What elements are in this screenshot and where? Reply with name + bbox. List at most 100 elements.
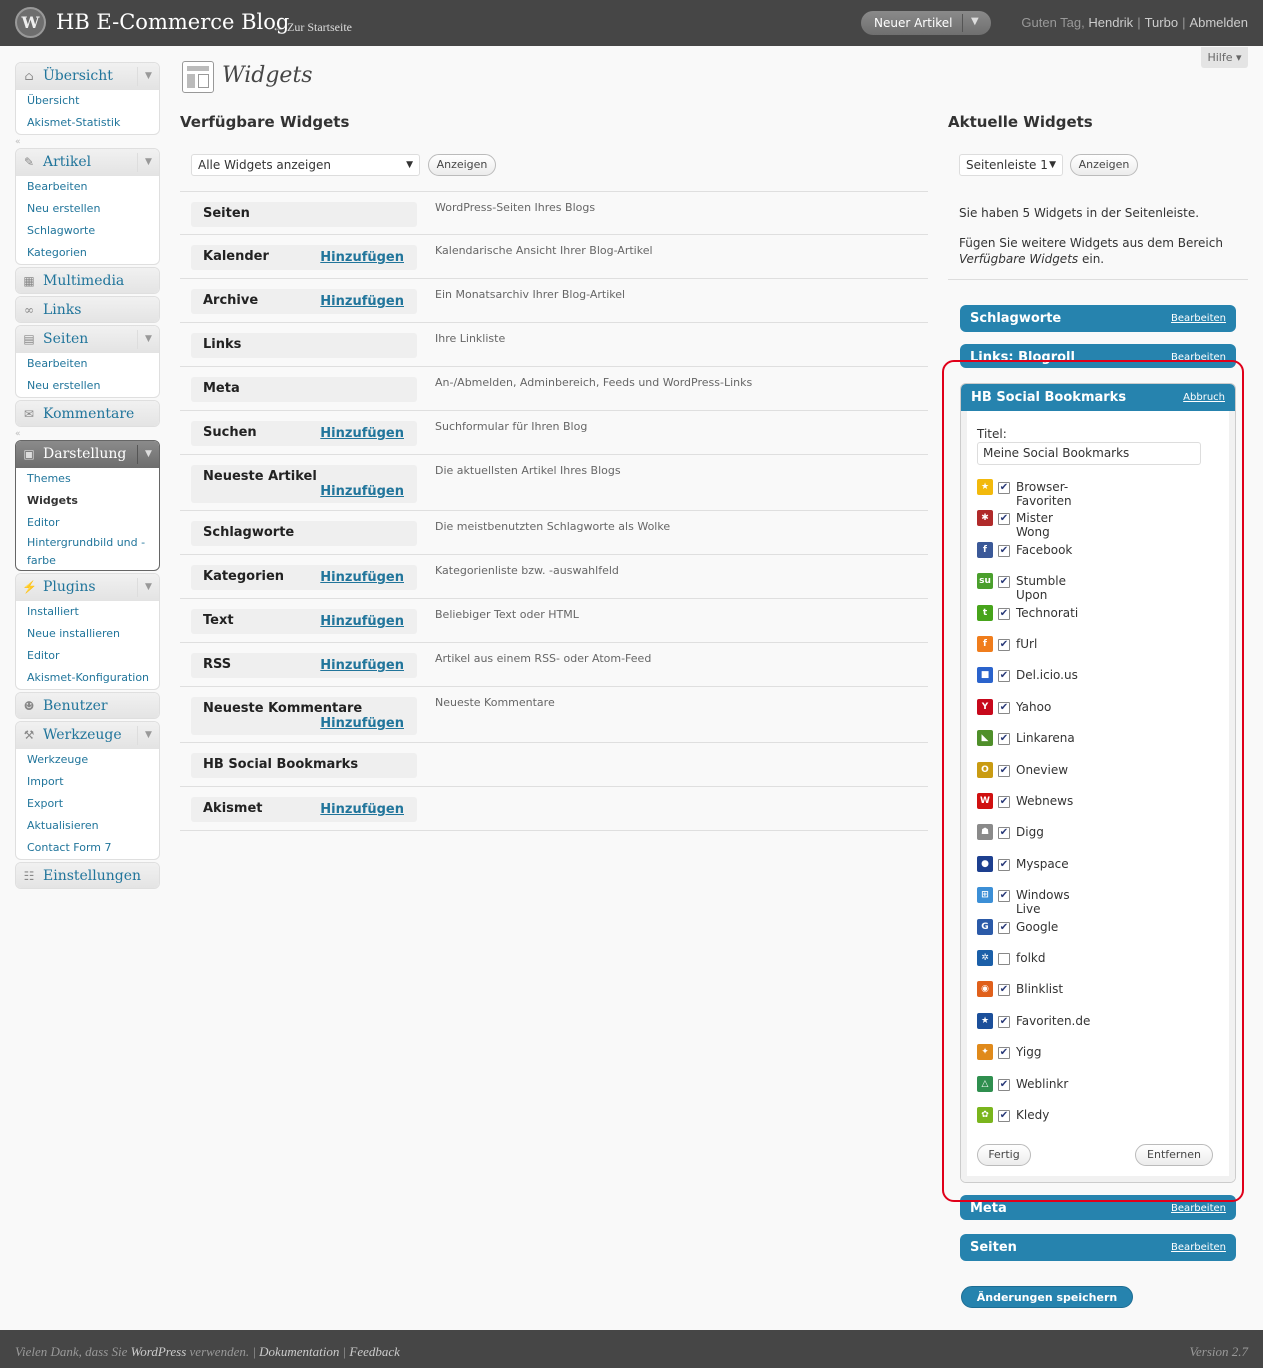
bookmark-label[interactable]: Kledy xyxy=(1016,1108,1049,1122)
menu-separator[interactable]: « xyxy=(15,137,160,148)
widget-handle[interactable]: Archive Hinzufügen xyxy=(191,289,417,314)
bookmark-label[interactable]: fUrl xyxy=(1016,637,1037,651)
chevron-down-icon[interactable]: ▼ xyxy=(137,578,159,597)
bookmark-checkbox[interactable]: ✔ xyxy=(998,607,1010,620)
bookmark-checkbox[interactable]: ✔ xyxy=(998,482,1010,494)
bookmark-checkbox[interactable]: ✔ xyxy=(998,1078,1010,1091)
menu-overview[interactable]: ⌂ Übersicht ▼ xyxy=(16,63,159,90)
widget-handle[interactable]: Seiten xyxy=(191,202,417,227)
menu-settings[interactable]: ☷ Einstellungen xyxy=(16,863,159,888)
bookmark-label[interactable]: Windows Live xyxy=(1016,888,1070,916)
submenu-item[interactable]: Bearbeiten xyxy=(16,176,159,198)
submenu-item[interactable]: Bearbeiten xyxy=(16,353,159,375)
sidebar-widget-meta[interactable]: Meta Bearbeiten xyxy=(960,1195,1236,1220)
widget-name[interactable]: Meta xyxy=(203,381,240,396)
collapse-icon[interactable]: « xyxy=(15,137,21,147)
menu-users[interactable]: ☻ Benutzer xyxy=(16,693,159,718)
menu-links[interactable]: ∞ Links xyxy=(16,297,159,322)
bookmark-checkbox[interactable]: ✔ xyxy=(998,639,1010,651)
bookmark-checkbox[interactable] xyxy=(998,953,1010,965)
bookmark-checkbox[interactable]: ✔ xyxy=(998,1047,1010,1060)
widget-handle[interactable]: Text Hinzufügen xyxy=(191,609,417,634)
bookmark-checkbox[interactable]: ✔ xyxy=(998,890,1010,903)
submenu-item[interactable]: Export xyxy=(16,793,159,815)
submenu-item[interactable]: Aktualisieren xyxy=(16,815,159,837)
bookmark-label[interactable]: Technorati xyxy=(1016,606,1078,620)
menu-plugins[interactable]: ⚡ Plugins ▼ xyxy=(16,574,159,601)
bookmark-label[interactable]: Yigg xyxy=(1016,1045,1041,1059)
widget-titlebar[interactable]: HB Social Bookmarks Abbruch xyxy=(961,384,1235,411)
add-widget-link[interactable]: Hinzufügen xyxy=(320,614,404,629)
bookmark-checkbox[interactable]: ✔ xyxy=(998,1015,1010,1028)
widget-name[interactable]: Suchen xyxy=(203,425,257,440)
submenu-item[interactable]: Neu erstellen xyxy=(16,375,159,397)
widget-handle[interactable]: RSS Hinzufügen xyxy=(191,653,417,678)
widget-handle[interactable]: Links xyxy=(191,333,417,358)
favorite-actions-button[interactable]: Neuer Artikel ▼ xyxy=(861,11,991,35)
add-widget-link[interactable]: Hinzufügen xyxy=(320,658,404,673)
add-widget-link[interactable]: Hinzufügen xyxy=(320,484,404,499)
bookmark-checkbox[interactable]: ✔ xyxy=(998,796,1010,808)
chevron-down-icon[interactable]: ▼ xyxy=(137,726,159,745)
visit-site-link[interactable]: ← Zur Startseite xyxy=(272,20,352,35)
submenu-item[interactable]: Akismet-Statistik xyxy=(16,112,159,134)
bookmark-label[interactable]: Linkarena xyxy=(1016,731,1075,745)
bookmark-checkbox[interactable]: ✔ xyxy=(998,576,1010,589)
widget-handle[interactable]: HB Social Bookmarks xyxy=(191,753,417,778)
menu-separator[interactable]: « xyxy=(15,429,160,440)
user-profile-link[interactable]: Hendrik xyxy=(1088,15,1133,30)
widget-name[interactable]: Text xyxy=(203,613,234,628)
submenu-item-themes[interactable]: Themes xyxy=(16,468,159,490)
submenu-item[interactable]: Import xyxy=(16,771,159,793)
widget-filter-select[interactable]: Alle Widgets anzeigen ▼ xyxy=(191,154,420,176)
widget-handle[interactable]: Suchen Hinzufügen xyxy=(191,421,417,446)
select-value[interactable]: Seitenleiste 1 xyxy=(966,158,1048,172)
bookmark-label[interactable]: Myspace xyxy=(1016,857,1069,871)
menu-tools[interactable]: ⚒ Werkzeuge ▼ xyxy=(16,722,159,749)
bookmark-label[interactable]: Digg xyxy=(1016,825,1044,839)
menu-appearance[interactable]: ▣ Darstellung ▼ xyxy=(16,441,159,468)
widget-handle[interactable]: Kalender Hinzufügen xyxy=(191,245,417,270)
menu-label[interactable]: Seiten xyxy=(43,331,88,347)
bookmark-label[interactable]: Browser-Favoriten xyxy=(1016,480,1072,508)
submenu-item-background[interactable]: Hintergrundbild und -farbe xyxy=(16,534,159,570)
widget-name[interactable]: Kalender xyxy=(203,249,269,264)
widget-title[interactable]: Seiten xyxy=(970,1240,1017,1255)
widget-name[interactable]: Neueste Kommentare xyxy=(203,701,362,716)
bookmark-label[interactable]: Favoriten.de xyxy=(1016,1014,1090,1028)
widget-handle[interactable]: Kategorien Hinzufügen xyxy=(191,565,417,590)
bookmark-checkbox[interactable]: ✔ xyxy=(998,764,1010,777)
help-tab[interactable]: Hilfe ▾ xyxy=(1201,47,1248,68)
submenu-item[interactable]: Übersicht xyxy=(16,90,159,112)
widget-title[interactable]: Schlagworte xyxy=(970,311,1061,326)
bookmark-checkbox[interactable]: ✔ xyxy=(998,513,1010,526)
widget-handle[interactable]: Meta xyxy=(191,377,417,402)
bookmark-label[interactable]: Del.icio.us xyxy=(1016,668,1078,682)
submenu-item[interactable]: Werkzeuge xyxy=(16,749,159,771)
widget-title[interactable]: HB Social Bookmarks xyxy=(971,390,1126,405)
menu-posts[interactable]: ✎ Artikel ▼ xyxy=(16,149,159,176)
bookmark-checkbox[interactable]: ✔ xyxy=(998,827,1010,840)
bookmark-checkbox[interactable]: ✔ xyxy=(998,858,1010,871)
done-button[interactable]: Fertig xyxy=(977,1144,1031,1166)
widget-name[interactable]: Schlagworte xyxy=(203,525,294,540)
menu-label[interactable]: Plugins xyxy=(43,579,96,595)
widget-name[interactable]: HB Social Bookmarks xyxy=(203,757,358,772)
bookmark-checkbox[interactable]: ✔ xyxy=(998,701,1010,714)
feedback-link[interactable]: Feedback xyxy=(349,1344,400,1359)
widget-name[interactable]: Neueste Artikel xyxy=(203,469,317,484)
chevron-down-icon[interactable]: ▼ xyxy=(971,16,979,27)
collapse-icon[interactable]: « xyxy=(15,429,21,439)
edit-widget-link[interactable]: Bearbeiten xyxy=(1171,1242,1226,1253)
menu-label[interactable]: Artikel xyxy=(43,154,91,170)
menu-pages[interactable]: ▤ Seiten ▼ xyxy=(16,326,159,353)
bookmark-label[interactable]: Google xyxy=(1016,920,1058,934)
widget-handle[interactable]: Schlagworte xyxy=(191,521,417,546)
widget-name[interactable]: Kategorien xyxy=(203,569,284,584)
add-widget-link[interactable]: Hinzufügen xyxy=(320,294,404,309)
widget-name[interactable]: Links xyxy=(203,337,241,352)
sidebar-widget-schlagworte[interactable]: Schlagworte Bearbeiten xyxy=(960,305,1236,332)
logout-link[interactable]: Abmelden xyxy=(1189,15,1248,30)
bookmark-label[interactable]: Blinklist xyxy=(1016,982,1063,996)
submenu-item-widgets[interactable]: Widgets xyxy=(16,490,159,512)
